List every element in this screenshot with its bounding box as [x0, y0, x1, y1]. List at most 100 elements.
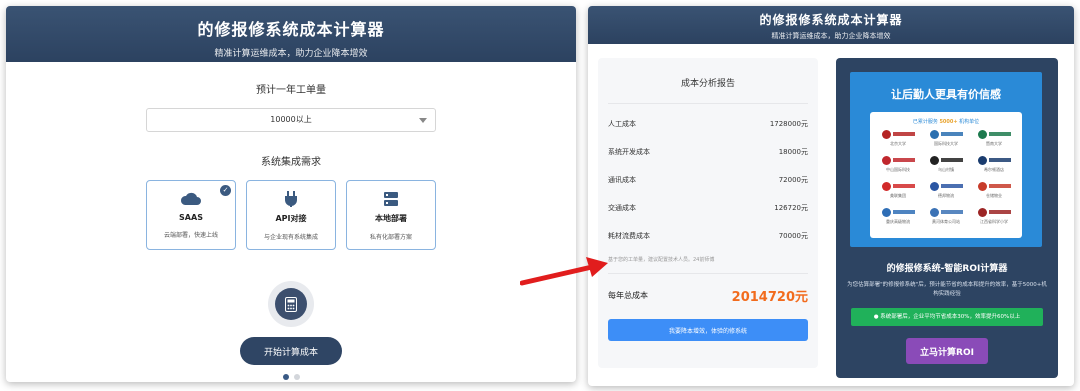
start-calculation-button[interactable]: 开始计算成本 — [240, 337, 342, 365]
plug-icon — [285, 191, 297, 207]
option-name: API对接 — [275, 214, 307, 223]
client-logo: 希尔顿酒店 — [972, 154, 1016, 176]
integration-options: SAAS 云端部署，快速上线 ✓ API对接 与企业现有系统集成 本地部署 私有… — [6, 180, 576, 250]
cost-row: 人工成本 1728000元 — [608, 110, 808, 138]
logo-seal-icon — [977, 181, 987, 191]
cost-label: 人工成本 — [608, 120, 636, 128]
cost-row: 交通成本 126720元 — [608, 194, 808, 222]
cost-value: 126720元 — [774, 204, 808, 212]
report-title: 成本分析报告 — [680, 79, 735, 89]
ticket-volume-label: 预计一年工单量 — [256, 85, 326, 96]
logo-seal-icon — [929, 129, 939, 139]
client-logo: 乌山村镇 — [924, 154, 968, 176]
option-desc: 与企业现有系统集成 — [263, 234, 318, 241]
logo-caption: 仓储物业 — [986, 193, 1002, 198]
option-card-saas[interactable]: SAAS 云端部署，快速上线 ✓ — [146, 180, 236, 250]
cost-row: 耗材流费成本 70000元 — [608, 222, 808, 250]
calculator-icon — [285, 296, 297, 312]
option-name: 本地部署 — [375, 214, 407, 223]
lightbulb-icon: ● — [873, 314, 879, 320]
total-cost: 每年总成本 2014720元 — [608, 286, 808, 305]
pagination-dots — [6, 374, 576, 380]
report-note: 基于您的工单量，建议配置技术人员。24前师傅 — [608, 257, 715, 263]
client-logo: 德邦物流 — [924, 180, 968, 202]
roi-promo-card: 让后勤人更具有价信感 已累计服务 5000+ 机构单位 北京大学 国际科技大学 暨南… — [836, 58, 1058, 378]
client-logo: 黄河体育公司站 — [924, 206, 968, 228]
cost-rows: 人工成本 1728000元 系统开发成本 18000元 通讯成本 72000元 … — [608, 110, 808, 250]
cost-label: 交通成本 — [608, 204, 636, 212]
roi-title: 的修报修系统-智能ROI计算器 — [886, 264, 1008, 274]
divider — [608, 273, 808, 274]
cost-label: 通讯成本 — [608, 176, 636, 184]
logo-seal-icon — [929, 207, 939, 217]
logo-caption: 国际科技大学 — [934, 141, 958, 146]
logo-caption: 重庆高级物流 — [886, 219, 910, 224]
pagination-dot-1[interactable] — [282, 374, 289, 380]
cost-row: 通讯成本 72000元 — [608, 166, 808, 194]
logo-caption: 德邦物流 — [938, 193, 954, 198]
cost-value: 70000元 — [778, 232, 808, 240]
total-label: 每年总成本 — [608, 291, 648, 300]
option-desc: 云端部署，快速上线 — [163, 232, 218, 239]
page-title: 的修报修系统成本计算器 — [197, 20, 385, 39]
calculator-badge — [268, 281, 314, 327]
cost-value: 18000元 — [778, 148, 808, 156]
client-logo: 江西省科学小学 — [972, 206, 1016, 228]
cost-label: 系统开发成本 — [608, 148, 650, 156]
try-system-button[interactable]: 我要降本增效，体验的修系统 — [608, 319, 808, 341]
page-subtitle: 精准计算运维成本，助力企业降本增效 — [214, 49, 368, 59]
logo-caption: 希尔顿酒店 — [984, 167, 1004, 172]
logo-caption: 中山国际科技 — [886, 167, 910, 172]
header: 的修报修系统成本计算器 精准计算运维成本，助力企业降本增效 — [6, 6, 576, 62]
calculator-result-panel: 的修报修系统成本计算器 精准计算运维成本，助力企业降本增效 成本分析报告 人工成… — [588, 6, 1074, 386]
arrow-icon — [520, 257, 608, 286]
client-logo: 北京大学 — [876, 128, 920, 150]
pagination-dot-2[interactable] — [293, 374, 300, 380]
logo-caption: 北京大学 — [890, 141, 906, 146]
served-count-text: 已累计服务 5000+ 机构单位 — [912, 119, 980, 125]
cost-label: 耗材流费成本 — [608, 232, 650, 240]
cost-value: 72000元 — [778, 176, 808, 184]
roi-banner: 让后勤人更具有价信感 已累计服务 5000+ 机构单位 北京大学 国际科技大学 暨南… — [850, 72, 1042, 247]
logo-seal-icon — [977, 155, 987, 165]
client-logo: 国际科技大学 — [924, 128, 968, 150]
cloud-icon — [180, 192, 201, 205]
cost-value: 1728000元 — [769, 120, 808, 128]
option-name: SAAS — [179, 213, 203, 222]
chevron-down-icon — [419, 118, 427, 123]
roi-description: 为您估算部署"的修报修系统"后，预计能节省的成本和提升的效率，基于5000+机构… — [847, 282, 1047, 297]
cost-report-card: 成本分析报告 人工成本 1728000元 系统开发成本 18000元 通讯成本 … — [598, 58, 818, 368]
page-title: 的修报修系统成本计算器 — [759, 13, 903, 27]
option-card-local[interactable]: 本地部署 私有化部署方案 — [346, 180, 436, 250]
logo-seal-icon — [881, 181, 891, 191]
logo-seal-icon — [977, 207, 987, 217]
client-logo: 仓储物业 — [972, 180, 1016, 202]
option-card-api[interactable]: API对接 与企业现有系统集成 — [246, 180, 336, 250]
calculate-roi-button[interactable]: 立马计算ROI — [906, 338, 988, 364]
screenshot-stage: 的修报修系统成本计算器 精准计算运维成本，助力企业降本增效 预计一年工单量 10… — [0, 0, 1080, 391]
banner-title: 让后勤人更具有价信感 — [891, 88, 1001, 101]
page-subtitle: 精准计算运维成本，助力企业降本增效 — [771, 32, 891, 40]
client-logo-wall: 已累计服务 5000+ 机构单位 北京大学 国际科技大学 暨南大学中山国际科技 乌山村… — [870, 112, 1022, 238]
integration-label: 系统集成需求 — [261, 157, 321, 168]
logo-caption: 江西省科学小学 — [980, 219, 1008, 224]
logo-caption: 美联集团 — [890, 193, 906, 198]
header: 的修报修系统成本计算器 精准计算运维成本，助力企业降本增效 — [588, 6, 1074, 44]
served-count: 5000+ — [939, 119, 958, 125]
ticket-volume-select[interactable]: 10000以上 — [146, 108, 436, 132]
client-logo: 暨南大学 — [972, 128, 1016, 150]
cost-row: 系统开发成本 18000元 — [608, 138, 808, 166]
client-logo: 美联集团 — [876, 180, 920, 202]
ticket-volume-value: 10000以上 — [270, 115, 312, 124]
logo-caption: 乌山村镇 — [938, 167, 954, 172]
logo-grid: 北京大学 国际科技大学 暨南大学中山国际科技 乌山村镇 希尔顿酒店美联集团 德邦物流 仓储物… — [876, 128, 1016, 228]
logo-caption: 暨南大学 — [986, 141, 1002, 146]
option-desc: 私有化部署方案 — [369, 234, 412, 241]
logo-caption: 黄河体育公司站 — [932, 219, 960, 224]
client-logo: 中山国际科技 — [876, 154, 920, 176]
logo-seal-icon — [881, 129, 891, 139]
calculator-input-panel: 的修报修系统成本计算器 精准计算运维成本，助力企业降本增效 预计一年工单量 10… — [6, 6, 576, 382]
total-value: 2014720元 — [731, 290, 808, 305]
logo-seal-icon — [929, 155, 939, 165]
roi-highlight: ● 系统部署后，企业平均节省成本30%，效率提升60%以上 — [851, 308, 1043, 326]
